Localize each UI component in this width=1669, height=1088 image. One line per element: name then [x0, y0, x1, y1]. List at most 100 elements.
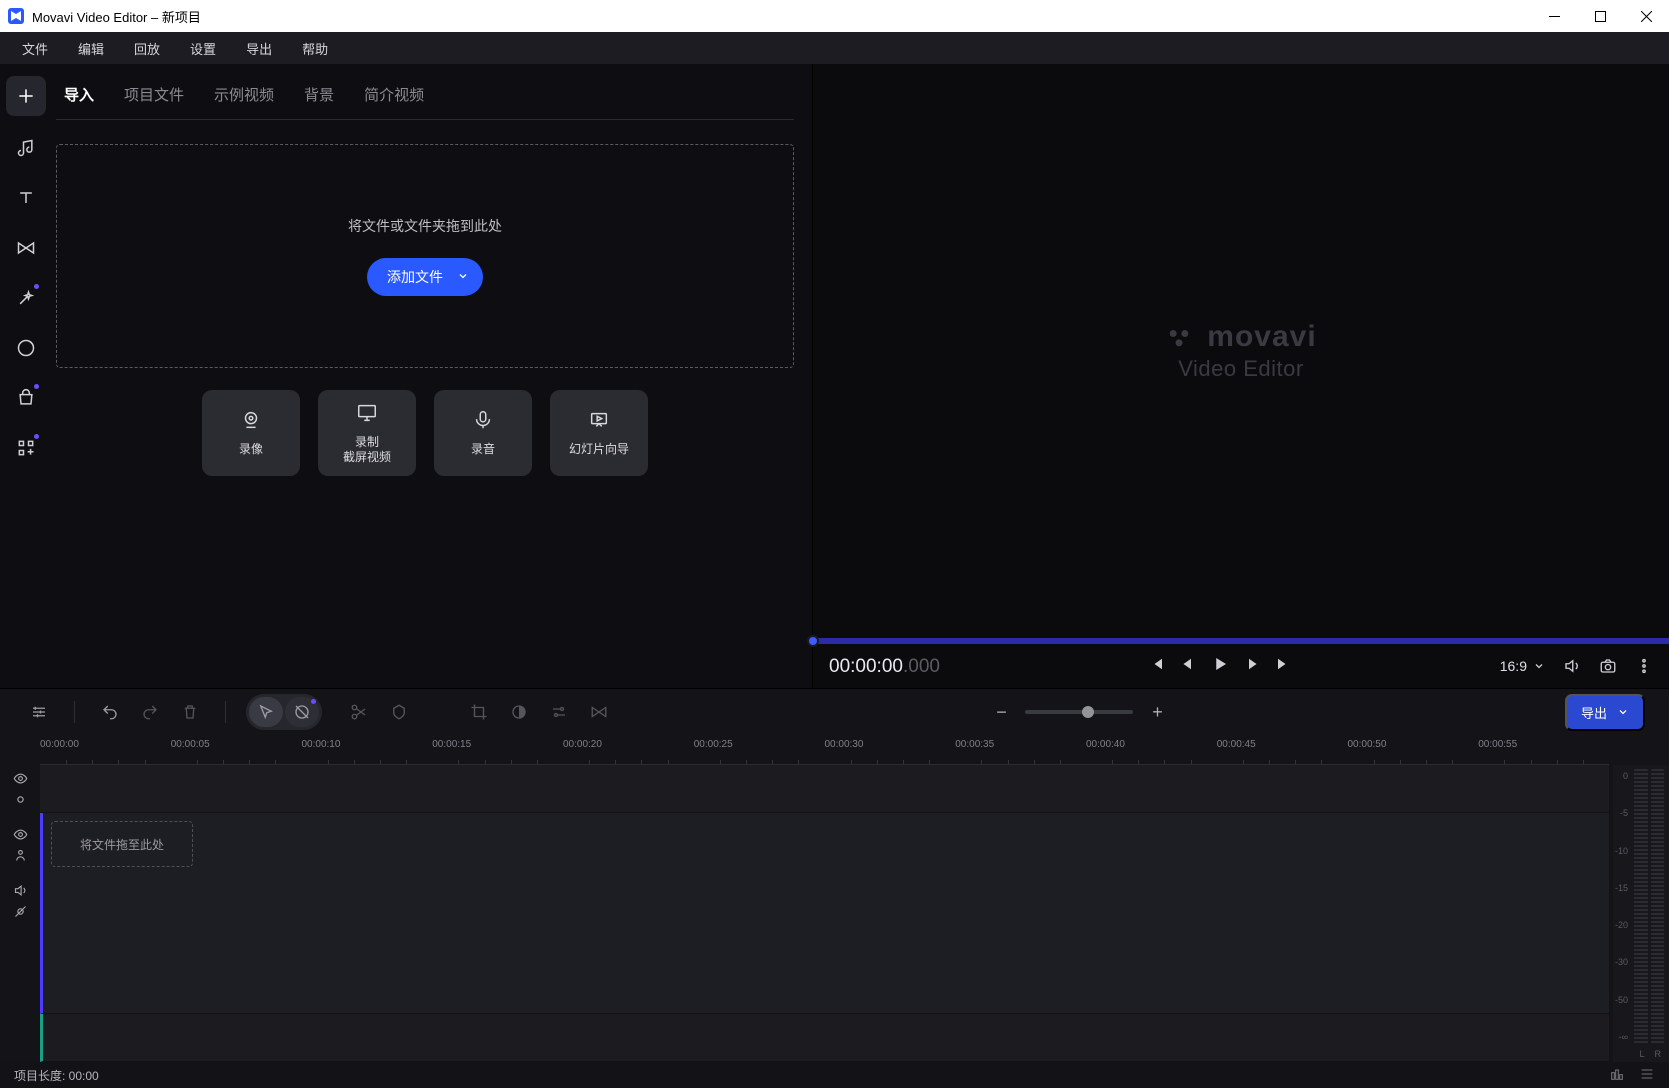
transitions-button[interactable] — [584, 697, 614, 727]
app-icon — [8, 8, 24, 24]
card-label: 录音 — [471, 442, 495, 457]
timecode: 00:00:00.000 — [829, 655, 940, 678]
list-view-icon[interactable] — [1639, 1066, 1655, 1085]
ruler-tick: 00:00:25 — [694, 739, 733, 750]
menu-export[interactable]: 导出 — [232, 35, 286, 62]
undo-button[interactable] — [95, 697, 125, 727]
redo-button[interactable] — [135, 697, 165, 727]
maximize-button[interactable] — [1577, 0, 1623, 32]
goto-start-button[interactable] — [1147, 655, 1165, 678]
sidebar-add[interactable] — [6, 76, 46, 116]
timecode-main: 00:00:00 — [829, 656, 903, 677]
snapshot-button[interactable] — [1599, 657, 1617, 675]
preview-scrubber[interactable] — [813, 638, 1669, 644]
preview-canvas: movavi Video Editor — [813, 64, 1669, 638]
track-overlay[interactable] — [40, 765, 1609, 813]
menu-edit[interactable]: 编辑 — [64, 35, 118, 62]
meter-mark: -20 — [1615, 920, 1628, 930]
ruler-tick: 00:00:00 — [40, 739, 79, 750]
mic-icon — [472, 409, 494, 436]
meter-mark: -10 — [1615, 846, 1628, 856]
tab-import[interactable]: 导入 — [64, 84, 94, 105]
aspect-ratio-dropdown[interactable]: 16:9 — [1500, 658, 1545, 674]
pointer-mode-group — [246, 694, 322, 730]
sidebar-effects[interactable] — [8, 280, 44, 316]
pointer-tool[interactable] — [249, 697, 283, 727]
webcam-icon — [240, 409, 262, 436]
sidebar-audio[interactable] — [8, 130, 44, 166]
sidebar-elements[interactable] — [8, 380, 44, 416]
track-audio[interactable] — [40, 1014, 1609, 1062]
card-record-audio[interactable]: 录音 — [434, 390, 532, 476]
player-bar: 00:00:00.000 16:9 — [813, 644, 1669, 688]
add-files-label: 添加文件 — [387, 267, 443, 287]
import-tabs: 导入 项目文件 示例视频 背景 简介视频 — [56, 74, 794, 120]
delete-button[interactable] — [175, 697, 205, 727]
playhead[interactable] — [807, 635, 819, 647]
card-record-camera[interactable]: 录像 — [202, 390, 300, 476]
menu-playback[interactable]: 回放 — [120, 35, 174, 62]
card-record-screen[interactable]: 录制 截屏视频 — [318, 390, 416, 476]
import-dropzone[interactable]: 将文件或文件夹拖到此处 添加文件 — [56, 144, 794, 368]
tab-intro-videos[interactable]: 简介视频 — [364, 84, 424, 105]
dropzone-text: 将文件或文件夹拖到此处 — [348, 216, 502, 236]
ruler-tick: 00:00:50 — [1348, 739, 1387, 750]
sidebar-transitions[interactable] — [8, 230, 44, 266]
export-label: 导出 — [1581, 703, 1607, 722]
history-icon[interactable] — [1609, 1066, 1625, 1085]
preview-menu-button[interactable] — [1635, 657, 1653, 675]
tab-project-files[interactable]: 项目文件 — [124, 84, 184, 105]
timeline-tracks: 将文件拖至此处 0-5-10-15-20-30-50-∞ L R — [0, 765, 1669, 1062]
crop-button[interactable] — [464, 697, 494, 727]
goto-end-button[interactable] — [1275, 655, 1293, 678]
track-dropzone[interactable]: 将文件拖至此处 — [51, 821, 193, 867]
play-button[interactable] — [1211, 655, 1229, 678]
meter-l: L — [1639, 1049, 1644, 1059]
screen-icon — [356, 402, 378, 429]
clip-properties-button[interactable] — [544, 697, 574, 727]
meter-mark: -5 — [1620, 808, 1628, 818]
zoom-in-button[interactable]: + — [1147, 702, 1167, 723]
next-frame-button[interactable] — [1243, 655, 1261, 678]
tab-backgrounds[interactable]: 背景 — [304, 84, 334, 105]
timeline-settings-button[interactable] — [24, 697, 54, 727]
color-adjust-button[interactable] — [504, 697, 534, 727]
track-head-video[interactable] — [0, 813, 40, 877]
window-title: Movavi Video Editor – 新项目 — [32, 7, 201, 26]
sidebar-more[interactable] — [8, 430, 44, 466]
close-button[interactable] — [1623, 0, 1669, 32]
meter-mark: -30 — [1615, 957, 1628, 967]
zoom-slider[interactable] — [1025, 710, 1133, 714]
card-label: 幻灯片向导 — [569, 442, 629, 457]
sidebar — [0, 64, 52, 688]
menu-help[interactable]: 帮助 — [288, 35, 342, 62]
mask-tool[interactable] — [285, 697, 319, 727]
timeline-ruler[interactable]: 00:00:0000:00:0500:00:1000:00:1500:00:20… — [40, 735, 1609, 765]
sidebar-stickers[interactable] — [8, 330, 44, 366]
chevron-down-icon — [457, 269, 469, 285]
slideshow-icon — [588, 409, 610, 436]
marker-button[interactable] — [384, 697, 414, 727]
meter-mark: -∞ — [1619, 1032, 1628, 1042]
add-files-button[interactable]: 添加文件 — [367, 258, 483, 296]
timeline-toolbar: − + 导出 — [0, 689, 1669, 735]
meter-mark: -50 — [1615, 995, 1628, 1005]
export-button[interactable]: 导出 — [1565, 694, 1645, 731]
timeline: − + 导出 00:00:0000:00:0500:00:1000:00:150… — [0, 688, 1669, 1088]
minimize-button[interactable] — [1531, 0, 1577, 32]
volume-button[interactable] — [1563, 657, 1581, 675]
sidebar-titles[interactable] — [8, 180, 44, 216]
timecode-ms: .000 — [903, 656, 940, 677]
prev-frame-button[interactable] — [1179, 655, 1197, 678]
card-slideshow-wizard[interactable]: 幻灯片向导 — [550, 390, 648, 476]
tab-sample-videos[interactable]: 示例视频 — [214, 84, 274, 105]
split-button[interactable] — [344, 697, 374, 727]
menu-settings[interactable]: 设置 — [176, 35, 230, 62]
track-head-overlay[interactable] — [0, 765, 40, 813]
track-head-audio[interactable] — [0, 877, 40, 925]
zoom-out-button[interactable]: − — [991, 702, 1011, 723]
brand-text: movavi — [1207, 320, 1316, 354]
menu-file[interactable]: 文件 — [8, 35, 62, 62]
track-video[interactable]: 将文件拖至此处 — [40, 813, 1609, 1014]
import-panel: 导入 项目文件 示例视频 背景 简介视频 将文件或文件夹拖到此处 添加文件 录像 — [52, 64, 812, 688]
